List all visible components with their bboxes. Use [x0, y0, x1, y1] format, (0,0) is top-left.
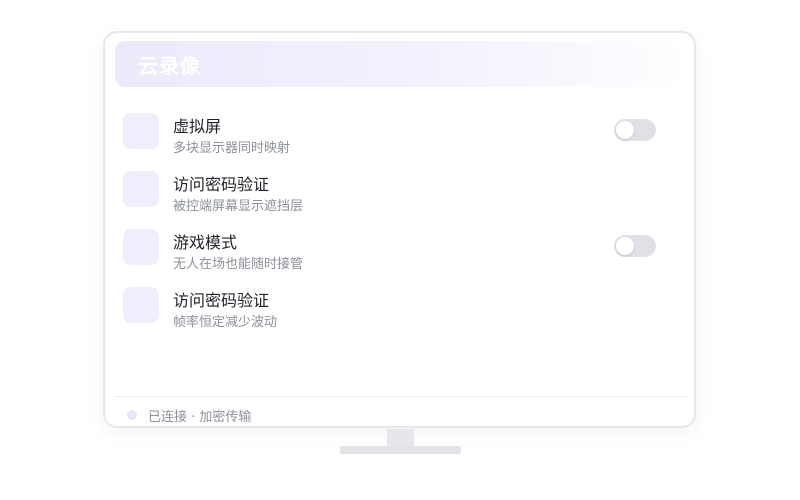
- setting-description: 无人在场也能随时接管: [173, 257, 304, 272]
- setting-row-password-privacy[interactable]: 访问密码验证 被控端屏幕显示遮挡层: [123, 169, 663, 227]
- virtual-screen-toggle[interactable]: [614, 119, 656, 141]
- status-dot-icon: [127, 410, 137, 420]
- footer-divider: [115, 396, 687, 397]
- virtual-screen-icon: [123, 113, 159, 149]
- status-text: 已连接 · 加密传输: [148, 409, 252, 425]
- toggle-knob: [616, 121, 634, 139]
- setting-description: 帧率恒定减少波动: [173, 315, 278, 330]
- setting-title: 访问密码验证: [173, 291, 270, 310]
- window-title: 云录像: [138, 53, 201, 78]
- setting-title: 虚拟屏: [173, 117, 222, 136]
- connection-status: 已连接 · 加密传输: [127, 405, 251, 425]
- setting-title: 访问密码验证: [173, 175, 270, 194]
- setting-description: 被控端屏幕显示遮挡层: [173, 199, 304, 214]
- monitor-stand-neck: [387, 429, 414, 446]
- settings-list: 虚拟屏 多块显示器同时映射 访问密码验证 被控端屏幕显示遮挡层 游戏模式 无人在…: [123, 111, 663, 343]
- game-mode-icon: [123, 229, 159, 265]
- game-mode-toggle[interactable]: [614, 235, 656, 257]
- monitor-stand-base: [340, 446, 461, 454]
- setting-row-password-framerate[interactable]: 访问密码验证 帧率恒定减少波动: [123, 285, 663, 343]
- stage: 云录像 虚拟屏 多块显示器同时映射 访问密码验证 被控端屏幕显示遮挡层 游戏模式…: [0, 0, 800, 500]
- password-icon: [123, 287, 159, 323]
- setting-description: 多块显示器同时映射: [173, 141, 291, 156]
- toggle-knob: [616, 237, 634, 255]
- setting-row-game-mode: 游戏模式 无人在场也能随时接管: [123, 227, 663, 285]
- setting-title: 游戏模式: [173, 233, 238, 252]
- monitor-frame: 云录像 虚拟屏 多块显示器同时映射 访问密码验证 被控端屏幕显示遮挡层 游戏模式…: [103, 31, 696, 428]
- title-bar: 云录像: [115, 41, 683, 87]
- setting-row-virtual-screen: 虚拟屏 多块显示器同时映射: [123, 111, 663, 169]
- password-icon: [123, 171, 159, 207]
